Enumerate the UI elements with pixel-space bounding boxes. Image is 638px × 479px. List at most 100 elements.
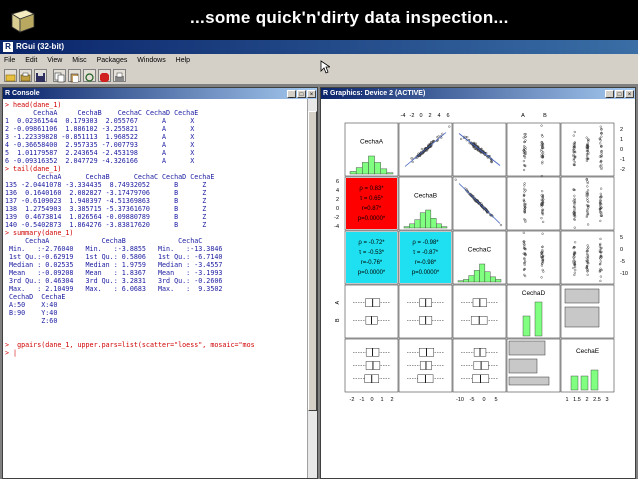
close-icon[interactable]: ×	[625, 90, 634, 98]
print-icon[interactable]	[113, 69, 126, 82]
panel-frame	[506, 230, 561, 285]
console-command-line: > head(dane_1)	[5, 101, 62, 109]
console-output-line: CechaA CechaB CechaC CechaD CechaE	[5, 173, 215, 181]
console-output-line: 140 -0.5402873 1.864276 -3.83817620 B Z	[5, 221, 207, 229]
rgui-window: R RGui (32-bit) File Edit View Misc Packa…	[0, 40, 638, 479]
mosaic-tile	[564, 288, 600, 304]
axis-tick-label: -10	[456, 397, 464, 403]
axis-tick-label: 2	[390, 397, 393, 403]
r-console-window[interactable]: R Console _ □ × > head(dane_1) CechaA Cech…	[2, 87, 318, 479]
console-output-line: Mean :-0.09208 Mean : 1.8367 Mean : -3.1…	[5, 269, 223, 277]
axis-tick-label: 2.5	[593, 397, 601, 403]
menu-edit[interactable]: Edit	[25, 57, 37, 64]
r-logo-icon: R	[3, 42, 13, 52]
axis-tick-label: A	[521, 113, 525, 119]
axis-tick-label: 1	[565, 397, 568, 403]
console-output-line: Max. : 2.10499 Max. : 6.0683 Max. : 9.35…	[5, 285, 223, 293]
axis-tick-label: -2	[334, 215, 339, 221]
bar-A	[522, 315, 531, 337]
correlation-stat: r=-0.98*	[415, 260, 437, 266]
paste-icon[interactable]	[68, 69, 81, 83]
axis-tick-label: 0	[620, 147, 623, 153]
histogram-bar	[386, 172, 394, 175]
maximize-icon[interactable]: □	[297, 90, 306, 98]
axis-tick-label: 2	[428, 113, 431, 119]
axis-tick-label: -5	[620, 259, 625, 265]
stop-icon[interactable]	[98, 69, 111, 82]
bar-E	[570, 375, 579, 391]
axis-tick-label: 0	[620, 247, 623, 253]
load-icon[interactable]	[19, 69, 32, 82]
correlation-stat: ρ = -0.72*	[358, 240, 385, 246]
histogram-bar	[349, 171, 357, 175]
histogram-bar	[414, 219, 421, 229]
histogram-bar	[380, 168, 388, 175]
correlation-stat: r=0.87*	[362, 206, 382, 212]
minimize-icon[interactable]: _	[287, 90, 296, 98]
axis-tick-label: 6	[446, 113, 449, 119]
console-output[interactable]: > head(dane_1) CechaA CechaB CechaC Cech…	[3, 99, 307, 478]
bar-E	[580, 375, 589, 391]
histogram-bar	[436, 223, 442, 229]
histogram-bar	[368, 155, 375, 175]
graphics-device-window[interactable]: R Graphics: Device 2 (ACTIVE) _ □ × CechaA…	[320, 87, 636, 479]
panel-frame	[452, 284, 507, 339]
histogram-bar	[479, 263, 486, 283]
menu-packages[interactable]: Packages	[97, 57, 128, 64]
axis-tick-label: -2	[410, 113, 415, 119]
minimize-icon[interactable]: _	[605, 90, 614, 98]
console-output-line: 1 0.02361544 0.179303 2.055767 A X	[5, 117, 195, 125]
slide-title: ...some quick'n'dirty data inspection...	[190, 8, 509, 27]
panel-frame	[506, 122, 561, 177]
axis-tick-label: -10	[620, 271, 628, 277]
r-console-titlebar: R Console _ □ ×	[3, 88, 317, 99]
console-command-line: > summary(dane_1)	[5, 229, 74, 237]
correlation-stat: ρ = -0.98*	[412, 240, 439, 246]
histogram-bar	[457, 280, 464, 283]
mosaic-tile	[508, 376, 550, 386]
histogram-bar	[495, 279, 502, 283]
copy-paste-icon[interactable]	[83, 69, 96, 82]
console-output-line: 6 -0.09316352 2.047729 -4.326166 A X	[5, 157, 195, 165]
correlation-stat: τ = 0.65*	[360, 196, 384, 202]
console-output-line: 1st Qu.:-0.62919 1st Qu.: 0.5806 1st Qu.…	[5, 253, 223, 261]
console-output-line: 137 -0.6109023 1.940397 -4.51369863 B Z	[5, 197, 207, 205]
axis-tick-label: 0	[482, 397, 485, 403]
axis-tick-label: -1	[360, 397, 365, 403]
console-scrollbar[interactable]	[307, 99, 317, 478]
axis-tick-label: -5	[470, 397, 475, 403]
copy-icon[interactable]	[53, 69, 66, 83]
menu-windows[interactable]: Windows	[137, 57, 165, 64]
histogram-bar	[430, 218, 437, 229]
console-command-line: > gpairs(dane_1, upper.pars=list(scatter…	[5, 341, 255, 349]
histogram-bar	[355, 167, 363, 175]
axis-tick-label: 4	[437, 113, 440, 119]
correlation-stat: p=0.0000*	[358, 270, 386, 276]
scrollbar-thumb[interactable]	[308, 111, 317, 411]
close-icon[interactable]: ×	[307, 90, 316, 98]
histogram-bar	[374, 162, 381, 175]
panel-frame	[560, 122, 615, 177]
variable-label: CechaB	[414, 193, 437, 200]
panel-frame	[506, 176, 561, 231]
axis-tick-label: 1	[620, 137, 623, 143]
maximize-icon[interactable]: □	[615, 90, 624, 98]
menu-view[interactable]: View	[47, 57, 62, 64]
histogram-bar	[403, 226, 410, 229]
axis-tick-label: 5	[494, 397, 497, 403]
menu-misc[interactable]: Misc	[72, 57, 86, 64]
axis-tick-label: 0	[419, 113, 422, 119]
bar-E	[590, 369, 599, 391]
menu-file[interactable]: File	[4, 57, 15, 64]
open-icon[interactable]	[4, 69, 17, 82]
save-icon[interactable]	[34, 69, 47, 82]
axis-tick-label: 2	[336, 197, 339, 203]
variable-label: CechaE	[576, 348, 600, 355]
histogram-bar	[441, 226, 448, 229]
variable-label: CechaD	[522, 290, 546, 297]
app-title: RGui (32-bit)	[16, 42, 64, 51]
console-output-line: Z:60	[5, 317, 58, 325]
histogram-bar	[484, 271, 491, 283]
menu-help[interactable]: Help	[176, 57, 190, 64]
